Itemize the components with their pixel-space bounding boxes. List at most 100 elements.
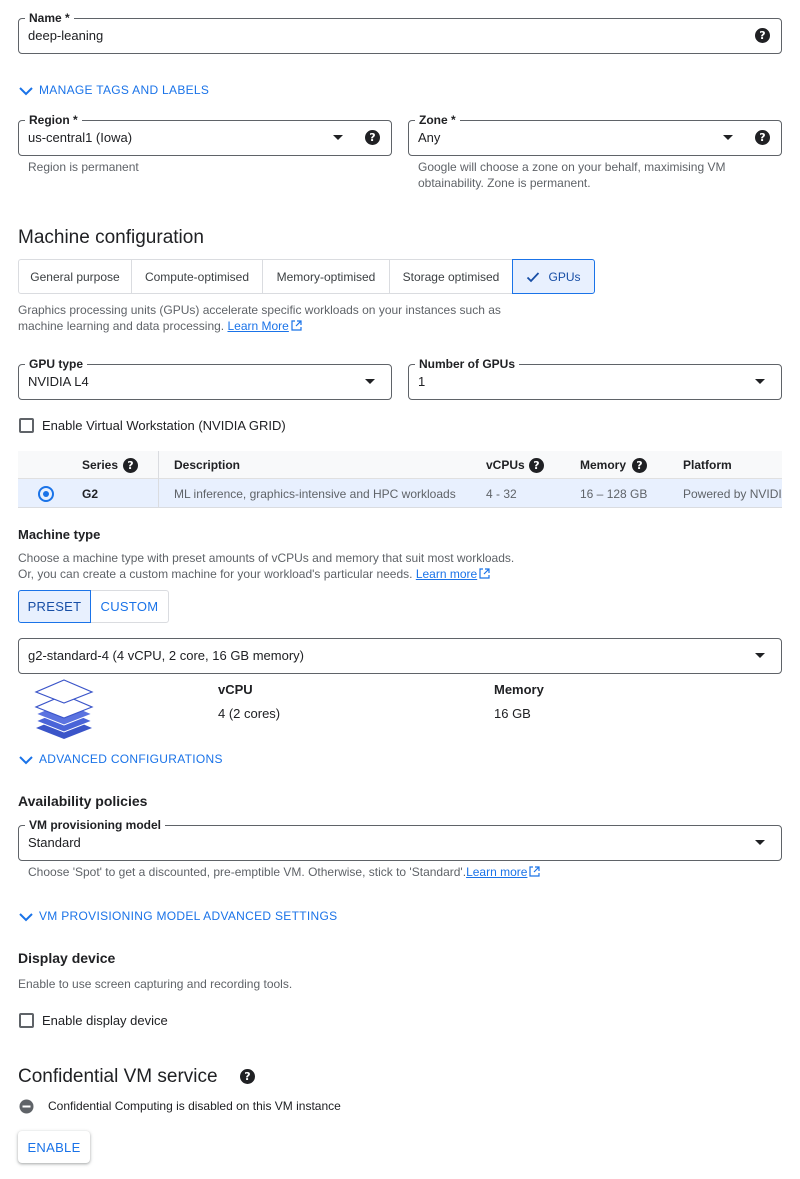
machine-type-description: Choose a machine type with preset amount… [18, 550, 514, 582]
memory-cell: 16 – 128 GB [580, 487, 648, 501]
checkmark-icon [527, 271, 540, 282]
virtual-workstation-label: Enable Virtual Workstation (NVIDIA GRID) [42, 418, 286, 433]
tab-gpus-label: GPUs [548, 269, 581, 284]
machine-type-title: Machine type [18, 527, 101, 542]
advanced-configurations-toggle[interactable]: ADVANCED CONFIGURATIONS [19, 751, 223, 767]
caret-down-icon [755, 379, 765, 384]
zone-label: Zone * [415, 113, 460, 127]
chevron-down-icon [19, 913, 33, 922]
machine-stack-icon [34, 679, 94, 739]
region-hint: Region is permanent [28, 160, 139, 174]
display-device-desc: Enable to use screen capturing and recor… [18, 977, 293, 991]
description-header: Description [174, 458, 241, 472]
name-field-label: Name * [25, 11, 74, 25]
zone-hint-line1: Google will choose a zone on your behalf… [418, 160, 726, 174]
help-icon[interactable]: ? [755, 130, 770, 145]
display-device-label: Enable display device [42, 1013, 168, 1028]
vcpu-spec-value: 4 (2 cores) [218, 706, 281, 721]
external-link-icon [291, 320, 302, 331]
provisioning-hint: Choose 'Spot' to get a discounted, pre-e… [28, 864, 541, 880]
learn-more-link[interactable]: Learn more [466, 865, 527, 879]
zone-select[interactable]: Zone * Any ? [408, 113, 782, 156]
machine-type-value: g2-standard-4 (4 vCPU, 2 core, 16 GB mem… [28, 648, 304, 663]
zone-hint: Google will choose a zone on your behalf… [418, 159, 726, 191]
memory-header: Memory [580, 458, 627, 472]
availability-title: Availability policies [18, 793, 148, 809]
external-link-icon [529, 866, 541, 877]
gpu-count-select[interactable]: Number of GPUs 1 [408, 357, 782, 400]
region-label: Region * [25, 113, 82, 127]
region-select[interactable]: Region * us-central1 (Iowa) ? [18, 113, 392, 156]
tab-general-purpose[interactable]: General purpose [18, 259, 132, 294]
learn-more-link[interactable]: Learn More [227, 319, 288, 333]
gpu-type-label: GPU type [25, 357, 88, 371]
help-icon[interactable]: ? [123, 458, 138, 473]
display-device-checkbox[interactable] [19, 1013, 34, 1028]
column-divider [158, 479, 159, 507]
provisioning-advanced-label: VM PROVISIONING MODEL ADVANCED SETTINGS [39, 909, 338, 923]
series-header: Series [82, 458, 119, 472]
table-row[interactable]: G2 ML inference, graphics-intensive and … [18, 479, 782, 508]
machine-family-tabs: General purpose Compute-optimised Memory… [18, 259, 595, 294]
gpu-type-select[interactable]: GPU type NVIDIA L4 [18, 357, 392, 400]
region-value: us-central1 (Iowa) [28, 130, 133, 145]
machine-type-select[interactable]: g2-standard-4 (4 vCPU, 2 core, 16 GB mem… [18, 638, 782, 674]
tab-gpus[interactable]: GPUs [512, 259, 595, 294]
display-device-title: Display device [18, 950, 116, 966]
series-radio-selected[interactable] [38, 486, 54, 502]
vcpus-header: vCPUs [486, 458, 525, 472]
gpu-count-label: Number of GPUs [415, 357, 520, 371]
gpu-type-value: NVIDIA L4 [28, 374, 89, 389]
platform-cell: Powered by NVIDIA [683, 487, 782, 501]
help-icon[interactable]: ? [632, 458, 647, 473]
memory-spec-label: Memory [494, 682, 544, 697]
series-cell: G2 [82, 487, 99, 501]
machine-config-title: Machine configuration [18, 227, 204, 248]
provisioning-model-label: VM provisioning model [25, 818, 166, 832]
caret-down-icon [755, 653, 765, 658]
memory-spec-value: 16 GB [494, 706, 531, 721]
column-divider [158, 451, 159, 479]
help-icon[interactable]: ? [529, 458, 544, 473]
gpu-description-line2: machine learning and data processing. [18, 319, 225, 333]
manage-tags-toggle[interactable]: MANAGE TAGS AND LABELS [19, 82, 209, 98]
name-field[interactable]: Name * deep-leaning ? [18, 11, 782, 54]
tab-storage-optimised[interactable]: Storage optimised [389, 259, 513, 294]
help-icon[interactable]: ? [365, 130, 380, 145]
chevron-down-icon [19, 756, 33, 765]
gpu-count-value: 1 [418, 374, 426, 389]
vcpu-spec-label: vCPU [218, 682, 253, 697]
series-table-header: Series ? Description vCPUs ? Memory ? Pl… [18, 451, 782, 479]
disabled-status-icon [19, 1099, 34, 1114]
caret-down-icon [333, 135, 343, 140]
zone-value: Any [418, 130, 441, 145]
enable-button[interactable]: ENABLE [18, 1131, 90, 1163]
preset-button[interactable]: PRESET [18, 590, 91, 623]
machine-type-desc-line1: Choose a machine type with preset amount… [18, 551, 515, 565]
machine-type-desc-line2: Or, you can create a custom machine for … [18, 567, 413, 581]
manage-tags-label: MANAGE TAGS AND LABELS [39, 83, 210, 97]
provisioning-hint-text: Choose 'Spot' to get a discounted, pre-e… [28, 865, 467, 879]
external-link-icon [479, 568, 490, 579]
virtual-workstation-checkbox[interactable] [19, 418, 34, 433]
name-field-value[interactable]: deep-leaning [28, 28, 103, 43]
custom-button[interactable]: CUSTOM [90, 590, 169, 623]
gpu-description: Graphics processing units (GPUs) acceler… [18, 302, 501, 334]
provisioning-model-select[interactable]: VM provisioning model Standard [18, 818, 782, 861]
caret-down-icon [755, 840, 765, 845]
advanced-configurations-label: ADVANCED CONFIGURATIONS [39, 752, 223, 766]
platform-header: Platform [683, 458, 732, 472]
provisioning-model-value: Standard [28, 835, 81, 850]
zone-hint-line2: obtainability. Zone is permanent. [418, 176, 591, 190]
help-icon[interactable]: ? [755, 28, 770, 43]
provisioning-advanced-toggle[interactable]: VM PROVISIONING MODEL ADVANCED SETTINGS [19, 908, 337, 924]
tab-compute-optimised[interactable]: Compute-optimised [131, 259, 263, 294]
description-cell: ML inference, graphics-intensive and HPC… [174, 487, 456, 501]
tab-memory-optimised[interactable]: Memory-optimised [262, 259, 390, 294]
confidential-title: Confidential VM service [18, 1066, 218, 1087]
help-icon[interactable]: ? [240, 1069, 255, 1084]
learn-more-link[interactable]: Learn more [416, 567, 477, 581]
confidential-status-text: Confidential Computing is disabled on th… [48, 1099, 341, 1113]
chevron-down-icon [19, 87, 33, 96]
vcpus-cell: 4 - 32 [486, 487, 517, 501]
